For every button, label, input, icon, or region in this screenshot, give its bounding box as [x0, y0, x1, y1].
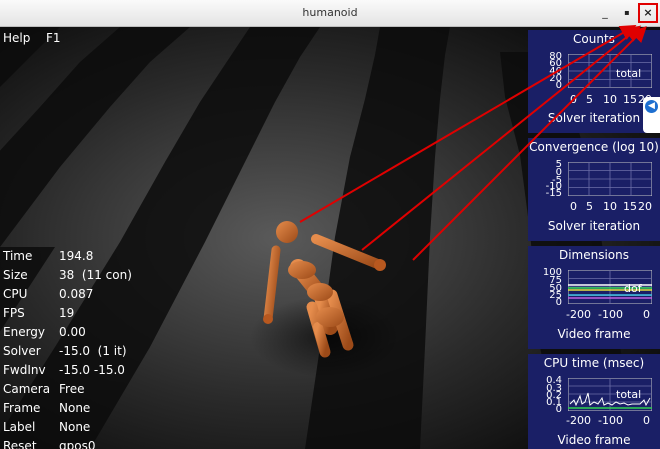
info-row: Energy 0.00	[3, 325, 86, 339]
info-row: Camera Free	[3, 382, 85, 396]
arrow-left-icon: ◀	[645, 100, 658, 113]
panel-title: Dimensions	[558, 248, 630, 262]
window-title: humanoid	[302, 6, 358, 19]
panel-footer: Solver iteration	[547, 219, 641, 233]
info-row: Solver -15.0 (1 it)	[3, 344, 127, 358]
panel-title: CPU time (msec)	[543, 356, 645, 370]
convergence-panel: Convergence (log 10) 5 0 -5 -10 -15 0 5 …	[528, 138, 660, 241]
info-row: FPS 19	[3, 306, 75, 320]
minimize-button[interactable]: _	[596, 4, 614, 22]
f1-key-hint[interactable]: F1	[46, 31, 61, 45]
plot-legend: total	[616, 388, 642, 401]
side-panel-handle[interactable]: ◀	[643, 97, 660, 133]
panel-footer: Video frame	[557, 327, 631, 341]
info-row: Frame None	[3, 401, 91, 415]
maximize-button[interactable]: ▪	[618, 4, 636, 22]
help-menu[interactable]: Help	[3, 31, 30, 45]
panel-title: Counts	[573, 32, 615, 46]
info-overlay: Time 194.8 Size 38 (11 con) CPU 0.087 FPS 19…	[3, 247, 132, 449]
dimensions-panel: Dimensions 100 75 50 25 0 dof -200 -100 …	[528, 246, 660, 349]
convergence-plot	[568, 162, 652, 196]
plot-legend: dof	[624, 282, 642, 295]
plot-legend: total	[616, 67, 642, 80]
info-row: Label None	[3, 420, 91, 434]
info-row: CPU 0.087	[3, 287, 94, 301]
panel-footer: Solver iteration	[547, 111, 641, 125]
info-row: Reset qpos0	[3, 439, 96, 449]
panel-footer: Video frame	[557, 433, 631, 447]
close-button[interactable]: ×	[638, 3, 658, 23]
info-row: Time 194.8	[3, 249, 94, 263]
info-row: Size 38 (11 con)	[3, 268, 132, 282]
panel-title: Convergence (log 10)	[529, 140, 659, 154]
cpu-time-panel: CPU time (msec) 0.4 0.3 0.2 0.1 0 total …	[528, 354, 660, 449]
info-row: FwdInv -15.0 -15.0	[3, 363, 125, 377]
counts-panel: Counts 80 60 40 20 0 total 0 5 10 15 20 …	[528, 30, 660, 133]
window-titlebar: humanoid _ ▪ ×	[0, 0, 660, 27]
